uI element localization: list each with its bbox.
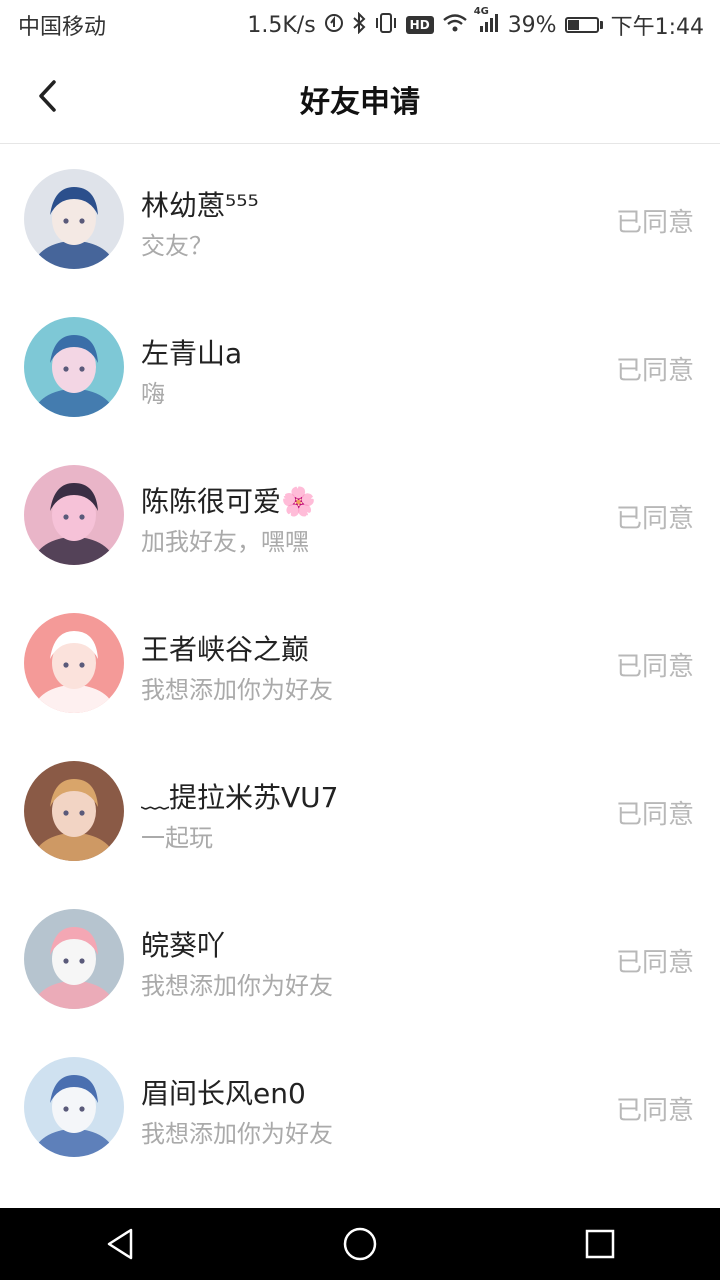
request-message: 一起玩: [141, 824, 213, 852]
request-nickname: 眉间长风en0: [141, 1077, 306, 1110]
request-nickname: 皖葵吖: [141, 929, 226, 962]
request-message: 加我好友，嘿嘿: [141, 528, 309, 556]
battery-percent: 39%: [507, 12, 557, 38]
circle-home-icon: [343, 1227, 377, 1261]
avatar[interactable]: [24, 169, 124, 269]
network-speed: 1.5K/s: [247, 12, 316, 38]
avatar[interactable]: [24, 761, 124, 861]
avatar[interactable]: [24, 1057, 124, 1157]
request-row[interactable]: 王者峡谷之巅我想添加你为好友 已同意: [0, 588, 720, 736]
wifi-icon: [442, 13, 468, 38]
request-message: 嗨: [141, 380, 165, 408]
request-nickname: ﹏提拉米苏VU7: [141, 781, 339, 814]
battery-icon: [564, 17, 603, 33]
accepted-status-label: 已同意: [615, 800, 694, 830]
hd-badge: HD: [405, 16, 434, 34]
accepted-status-label: 已同意: [615, 356, 694, 386]
accepted-status-label: 已同意: [615, 208, 694, 238]
request-nickname: 林幼蒽⁵⁵⁵: [141, 189, 259, 222]
bluetooth-icon: [352, 11, 366, 39]
triangle-back-icon: [107, 1228, 133, 1260]
data-saver-icon: [324, 13, 344, 38]
request-row[interactable]: 眉间长风en0 我想添加你为好友 已同意: [0, 1032, 720, 1180]
page-title: 好友申请: [300, 85, 420, 120]
request-message: 我想添加你为好友: [141, 1120, 333, 1148]
request-nickname: 王者峡谷之巅: [141, 633, 310, 666]
friend-request-list: 林幼蒽⁵⁵⁵ 交友？ 已同意 左青山a 嗨已同意 陈陈很可爱🌸 加我好友，嘿嘿 已同意 王者峡谷…: [0, 144, 720, 1180]
accepted-status-label: 已同意: [615, 652, 694, 682]
square-recents-icon: [585, 1229, 615, 1259]
clock: 下午1:44: [610, 15, 704, 40]
avatar[interactable]: [24, 317, 124, 417]
request-row[interactable]: ﹏提拉米苏VU7 一起玩 已同意: [0, 736, 720, 884]
nav-recents-button[interactable]: [560, 1208, 640, 1280]
cellular-signal-icon: 4G: [474, 6, 500, 39]
request-row[interactable]: 皖葵吖我想添加你为好友 已同意: [0, 884, 720, 1032]
request-message: 我想添加你为好友: [141, 972, 333, 1000]
avatar[interactable]: [24, 909, 124, 1009]
status-indicators: 1.5K/s HD 4G 39% 下午1:44: [247, 6, 704, 41]
vibrate-icon: [374, 12, 398, 39]
app-header: 好友申请: [0, 50, 720, 144]
request-message: 交友？: [141, 232, 213, 260]
request-message: 我想添加你为好友: [141, 676, 333, 704]
network-type: 4G: [473, 5, 489, 17]
nav-back-button[interactable]: [80, 1208, 160, 1280]
accepted-status-label: 已同意: [615, 948, 694, 978]
avatar[interactable]: [24, 613, 124, 713]
request-nickname: 陈陈很可爱🌸: [141, 485, 316, 518]
accepted-status-label: 已同意: [615, 1096, 694, 1126]
request-row[interactable]: 陈陈很可爱🌸 加我好友，嘿嘿 已同意: [0, 440, 720, 588]
request-nickname: 左青山a: [141, 337, 243, 370]
avatar[interactable]: [24, 465, 124, 565]
request-row[interactable]: 林幼蒽⁵⁵⁵ 交友？ 已同意: [0, 144, 720, 292]
request-row[interactable]: 左青山a 嗨 已同意: [0, 292, 720, 440]
accepted-status-label: 已同意: [615, 504, 694, 534]
system-nav-bar: [0, 1208, 720, 1280]
carrier-label: 中国移动: [18, 15, 107, 40]
nav-home-button[interactable]: [320, 1208, 400, 1280]
status-bar: 中国移动 1.5K/s HD 4G 39% 下午1:44: [0, 0, 720, 50]
